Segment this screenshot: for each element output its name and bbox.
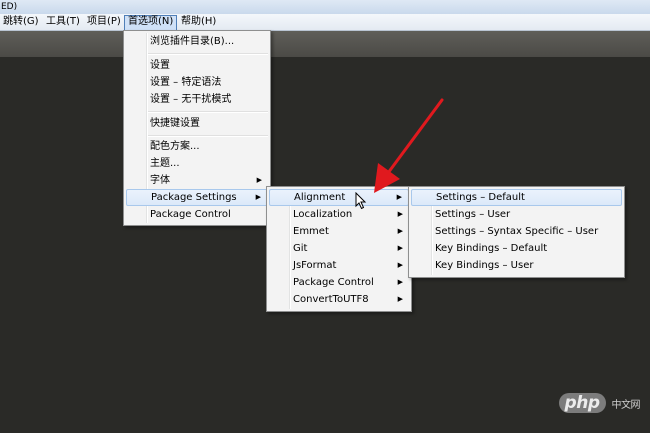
menu-item-settings[interactable]: 设置 bbox=[126, 57, 268, 74]
menu-item-localization[interactable]: Localization ▶ bbox=[269, 206, 409, 223]
menu-separator bbox=[148, 111, 268, 113]
menu-item-theme[interactable]: 主题... bbox=[126, 155, 268, 172]
submenu-arrow-icon: ▶ bbox=[397, 210, 403, 218]
menu-separator bbox=[148, 53, 268, 55]
menu-item-converttoutf8[interactable]: ConvertToUTF8 ▶ bbox=[269, 291, 409, 308]
menu-bar: 跳转(G) 工具(T) 项目(P) 首选项(N) 帮助(H) bbox=[0, 14, 650, 31]
submenu-arrow-icon: ▶ bbox=[397, 278, 403, 286]
menu-item-package-control-settings[interactable]: Package Control ▶ bbox=[269, 274, 409, 291]
menu-item-color-scheme[interactable]: 配色方案... bbox=[126, 138, 268, 155]
menu-item-browse-packages[interactable]: 浏览插件目录(B)... bbox=[126, 33, 268, 50]
menu-item-git[interactable]: Git ▶ bbox=[269, 240, 409, 257]
menu-item-font[interactable]: 字体 ▶ bbox=[126, 172, 268, 189]
alignment-menu: Settings – Default Settings – User Setti… bbox=[408, 186, 625, 278]
submenu-arrow-icon: ▶ bbox=[397, 227, 403, 235]
menu-help[interactable]: 帮助(H) bbox=[178, 15, 219, 29]
menu-tools[interactable]: 工具(T) bbox=[43, 15, 83, 29]
watermark: php 中文网 bbox=[558, 393, 641, 413]
menu-item-key-bindings-default[interactable]: Key Bindings – Default bbox=[411, 240, 622, 257]
menu-preferences[interactable]: 首选项(N) bbox=[124, 15, 178, 31]
menu-item-key-bindings-user[interactable]: Key Bindings – User bbox=[411, 257, 622, 274]
preferences-menu: 浏览插件目录(B)... 设置 设置 – 特定语法 设置 – 无干扰模式 快捷键… bbox=[123, 30, 271, 226]
annotation-arrow-head bbox=[374, 163, 400, 193]
package-settings-menu: Alignment ▶ Localization ▶ Emmet ▶ Git ▶ JsF… bbox=[266, 186, 412, 312]
window-title-bar: ED) bbox=[0, 0, 650, 14]
menu-item-package-control[interactable]: Package Control bbox=[126, 206, 268, 223]
annotation-arrow-shaft bbox=[386, 98, 444, 175]
menu-goto[interactable]: 跳转(G) bbox=[0, 15, 42, 29]
menu-item-package-settings[interactable]: Package Settings ▶ bbox=[126, 189, 268, 206]
window-title: ED) bbox=[1, 2, 18, 12]
submenu-arrow-icon: ▶ bbox=[256, 176, 262, 184]
menu-item-settings-syntax-specific-user[interactable]: Settings – Syntax Specific – User bbox=[411, 223, 622, 240]
editor-tab-strip bbox=[0, 31, 650, 57]
submenu-arrow-icon: ▶ bbox=[255, 193, 261, 201]
menu-item-key-bindings[interactable]: 快捷键设置 bbox=[126, 115, 268, 132]
menu-item-settings-distraction-free[interactable]: 设置 – 无干扰模式 bbox=[126, 91, 268, 108]
submenu-arrow-icon: ▶ bbox=[397, 261, 403, 269]
watermark-text: 中文网 bbox=[611, 400, 641, 411]
submenu-arrow-icon: ▶ bbox=[397, 244, 403, 252]
menu-item-jsformat[interactable]: JsFormat ▶ bbox=[269, 257, 409, 274]
menu-separator bbox=[148, 135, 268, 137]
menu-item-emmet[interactable]: Emmet ▶ bbox=[269, 223, 409, 240]
menu-item-settings-user[interactable]: Settings – User bbox=[411, 206, 622, 223]
submenu-arrow-icon: ▶ bbox=[397, 295, 403, 303]
menu-item-settings-syntax[interactable]: 设置 – 特定语法 bbox=[126, 74, 268, 91]
annotation-arrow-icon bbox=[374, 98, 444, 193]
watermark-logo: php bbox=[558, 393, 606, 413]
menu-project[interactable]: 项目(P) bbox=[84, 15, 124, 29]
